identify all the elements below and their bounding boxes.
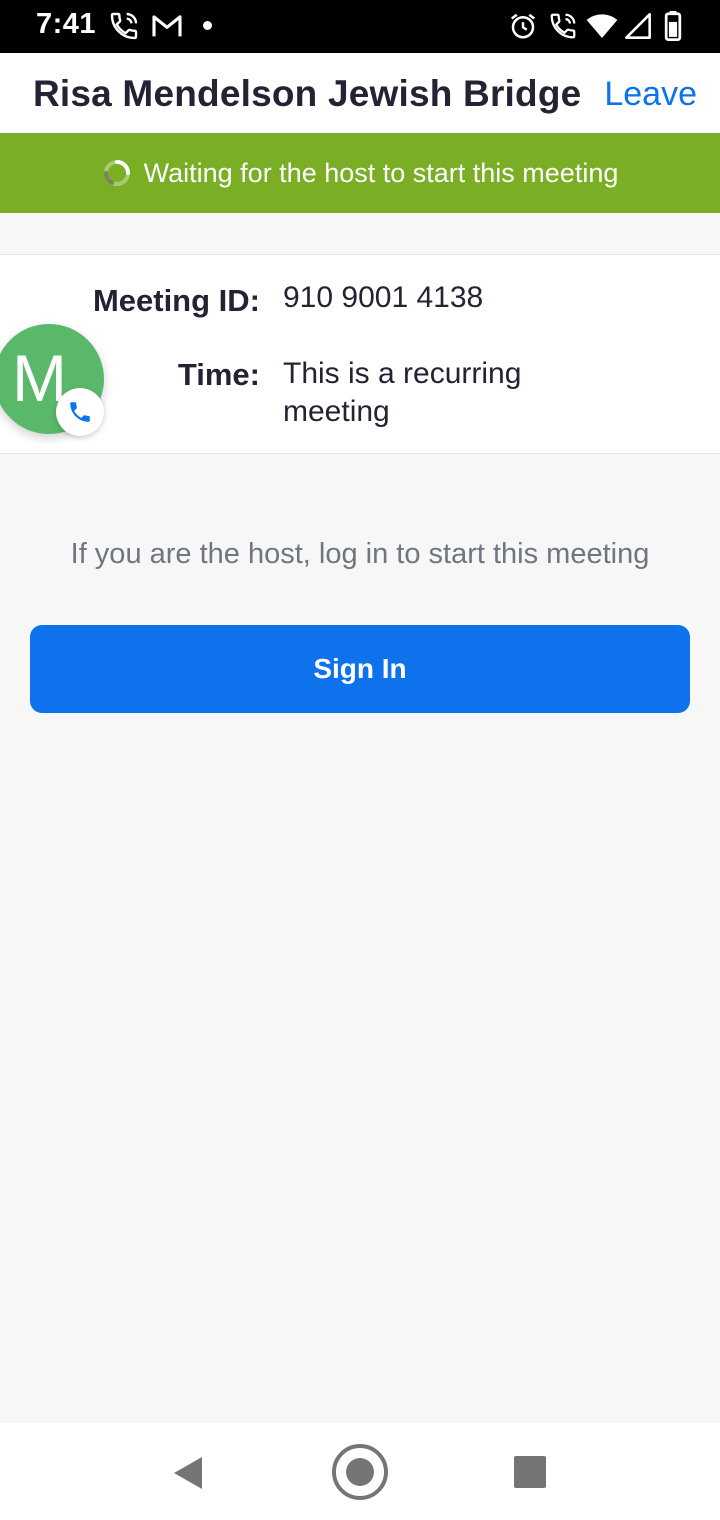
- leave-button[interactable]: Leave: [604, 75, 697, 114]
- battery-icon: [664, 9, 682, 43]
- meeting-time-label: Time:: [177, 357, 260, 392]
- waiting-banner: Waiting for the host to start this meeti…: [0, 133, 720, 213]
- notification-dot-icon: [203, 21, 212, 30]
- phone-icon: [56, 388, 104, 436]
- signal-icon: [624, 9, 652, 43]
- meeting-title: Risa Mendelson Jewish Bridge: [33, 73, 582, 114]
- meeting-id-value: 910 9001 4138: [283, 281, 484, 314]
- wifi-calling-icon: [108, 9, 140, 43]
- meeting-id-label: Meeting ID:: [92, 283, 260, 318]
- meeting-header: Risa Mendelson Jewish Bridge Leave: [0, 53, 720, 133]
- sign-in-button[interactable]: Sign In: [30, 625, 690, 713]
- gmail-icon: [151, 9, 183, 43]
- navigation-bar: [0, 1423, 720, 1520]
- waiting-message: Waiting for the host to start this meeti…: [143, 157, 619, 188]
- meeting-info-card: Meeting ID: 910 9001 4138 Time: This is …: [0, 254, 720, 454]
- wifi-calling-icon: [548, 9, 578, 43]
- status-bar: 7:41: [0, 0, 720, 53]
- loading-spinner-icon: [103, 160, 130, 186]
- meeting-time-value: This is a recurring meeting: [283, 357, 522, 428]
- status-time: 7:41: [36, 8, 97, 40]
- recents-icon[interactable]: [514, 1456, 546, 1488]
- wifi-icon: [586, 9, 618, 43]
- back-icon[interactable]: [172, 1455, 206, 1491]
- alarm-icon: [508, 9, 538, 43]
- home-icon[interactable]: [331, 1443, 389, 1501]
- host-login-prompt: If you are the host, log in to start thi…: [70, 538, 650, 570]
